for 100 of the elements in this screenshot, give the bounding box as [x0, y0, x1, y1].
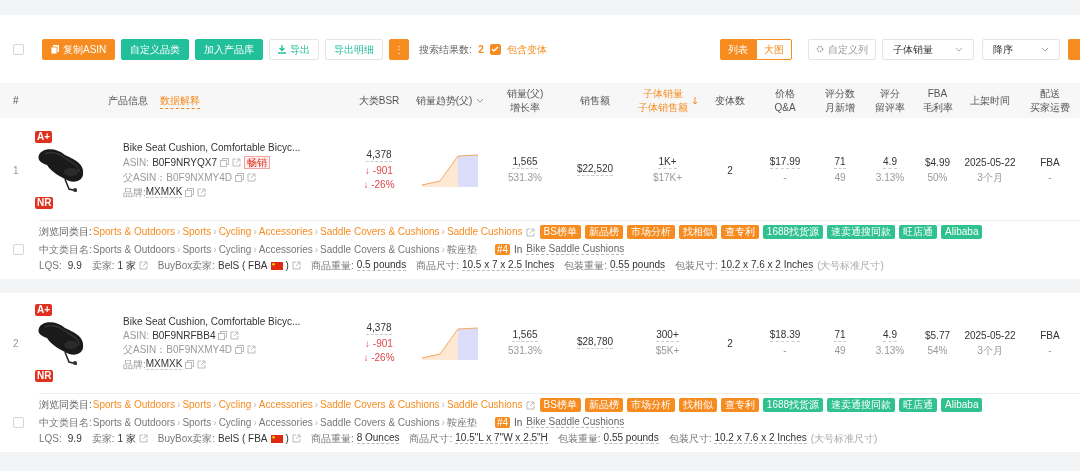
category-link[interactable]: Saddle Covers & Cushions	[320, 400, 440, 410]
sort-order-select[interactable]: 降序	[982, 38, 1060, 60]
action-button[interactable]: 查专利	[720, 398, 759, 412]
action-button[interactable]: 新品榜	[584, 398, 623, 412]
toolbar-button[interactable]: 自定义品类	[121, 38, 190, 60]
category-link[interactable]: Sports	[182, 227, 212, 237]
product-title[interactable]: Bike Seat Cushion, Comfortable Bicyc...	[123, 316, 348, 327]
action-button[interactable]: 1688找货源	[762, 225, 824, 239]
detail-label: BuyBox卖家:	[157, 260, 216, 271]
fulfillment: FBA	[1040, 330, 1060, 342]
chevron-down-icon[interactable]	[476, 98, 485, 103]
action-button[interactable]: 市场分析	[626, 225, 675, 239]
action-button[interactable]: 1688找货源	[762, 398, 824, 412]
data-explanation-link[interactable]: 数据解释	[160, 92, 200, 109]
browse-category-label: 浏览同类目:	[39, 227, 92, 237]
external-link-icon[interactable]	[197, 359, 207, 369]
brand-value[interactable]: MXMXK	[145, 358, 183, 370]
action-button[interactable]: 速卖通搜同款	[827, 398, 896, 412]
chevron-down-icon	[1041, 46, 1049, 52]
detail-label: 卖家:	[91, 260, 115, 271]
action-button[interactable]: 找相似	[678, 225, 717, 239]
brand-value[interactable]: MXMXK	[145, 186, 183, 198]
chinese-category: Cycling	[218, 244, 252, 255]
external-link-icon[interactable]	[525, 227, 535, 237]
category-link[interactable]: Sports	[182, 400, 212, 410]
chinese-category-label: 中文类目名:	[39, 417, 92, 428]
product-title[interactable]: Bike Seat Cushion, Comfortable Bicyc...	[123, 142, 348, 153]
column-header: #	[13, 95, 19, 106]
category-link[interactable]: Saddle Covers & Cushions	[320, 227, 440, 237]
external-link-icon[interactable]	[525, 400, 535, 410]
rank-category-link[interactable]: Bike Saddle Cushions	[526, 244, 625, 255]
category-link[interactable]: Cycling	[218, 400, 252, 410]
breadcrumb-separator: ›	[212, 417, 218, 428]
copy-icon[interactable]	[185, 187, 195, 197]
external-link-icon[interactable]	[138, 434, 148, 443]
toolbar-button[interactable]: 加入产品库	[195, 38, 264, 60]
gear-icon	[816, 45, 824, 53]
detail-label: LQS:	[39, 260, 62, 271]
category-link[interactable]: Saddle Cushions	[446, 400, 523, 410]
external-link-icon[interactable]	[197, 187, 207, 197]
gross-margin: 50%	[927, 172, 948, 183]
sort-field-select[interactable]: 子体销量	[882, 38, 974, 60]
detail-value: 10.5"L x 7"W x 2.5"H	[455, 433, 548, 444]
category-link[interactable]: Accessories	[258, 227, 313, 237]
view-tab[interactable]: 列表	[720, 38, 756, 60]
external-link-icon[interactable]	[231, 158, 241, 167]
action-button[interactable]: Alibaba	[941, 225, 983, 239]
breadcrumb-separator: ›	[212, 400, 218, 410]
detail-label: 包装重量:	[557, 433, 601, 444]
bsr-change: ↓ -901	[365, 339, 393, 349]
category-link[interactable]: Accessories	[258, 400, 313, 410]
action-button[interactable]: 新品榜	[584, 225, 623, 239]
checkbox[interactable]	[13, 244, 24, 255]
external-link-icon[interactable]	[246, 173, 256, 182]
parent-asin: 父ASIN：B0F9NXMY4D	[123, 344, 232, 355]
category-link[interactable]: Saddle Cushions	[446, 227, 523, 237]
rank-category-link[interactable]: Bike Saddle Cushions	[526, 417, 625, 428]
column-header: 评分	[880, 88, 900, 99]
category-link[interactable]: Sports & Outdoors	[92, 400, 176, 410]
sort-down-icon[interactable]	[691, 96, 698, 105]
action-button[interactable]: 找相似	[678, 398, 717, 412]
detail-label: 卖家:	[91, 433, 115, 444]
toolbar-button[interactable]: 导出	[269, 38, 320, 60]
action-button[interactable]: BS榜单	[539, 398, 581, 412]
toolbar-button[interactable]: 导出明细	[325, 38, 384, 60]
action-button[interactable]: 查专利	[720, 225, 759, 239]
action-button[interactable]: 旺店通	[899, 225, 938, 239]
more-button[interactable]: ⋮	[389, 38, 410, 60]
action-button[interactable]: 旺店通	[899, 398, 938, 412]
column-header: 价格	[775, 88, 795, 99]
external-link-icon[interactable]	[138, 261, 148, 270]
external-link-icon[interactable]	[246, 345, 256, 354]
copy-icon[interactable]	[185, 359, 195, 369]
action-button[interactable]: Alibaba	[941, 398, 983, 412]
column-header: Q&A	[774, 102, 796, 113]
external-link-icon[interactable]	[230, 331, 240, 340]
revenue: $22,520	[576, 164, 614, 176]
action-button[interactable]: BS榜单	[539, 225, 581, 239]
chinese-category-label: 中文类目名:	[39, 244, 92, 255]
category-link[interactable]: Sports & Outdoors	[92, 227, 176, 237]
custom-columns-button[interactable]: 自定义列	[808, 38, 876, 60]
external-link-icon[interactable]	[291, 261, 301, 270]
action-button[interactable]: 速卖通搜同款	[827, 225, 896, 239]
checkbox[interactable]	[489, 43, 501, 55]
column-header: 上架时间	[970, 95, 1010, 106]
listing-date: 2025-05-22	[964, 157, 1016, 169]
detail-value: 9.9	[67, 260, 82, 271]
action-button[interactable]: 市场分析	[626, 398, 675, 412]
result-count-label: 搜索结果数:	[419, 42, 473, 57]
toolbar-button[interactable]	[1068, 38, 1080, 60]
chinese-category: Cycling	[218, 417, 252, 428]
toolbar-button[interactable]: 复制ASIN	[42, 38, 116, 60]
view-tab[interactable]: 大图	[756, 38, 792, 60]
external-link-icon[interactable]	[291, 434, 301, 443]
row-number: 1	[12, 163, 20, 178]
checkbox[interactable]	[13, 43, 24, 55]
column-header: 大类BSR	[358, 95, 400, 106]
checkbox[interactable]	[13, 417, 24, 428]
child-sales: 300+	[656, 330, 679, 342]
category-link[interactable]: Cycling	[218, 227, 252, 237]
